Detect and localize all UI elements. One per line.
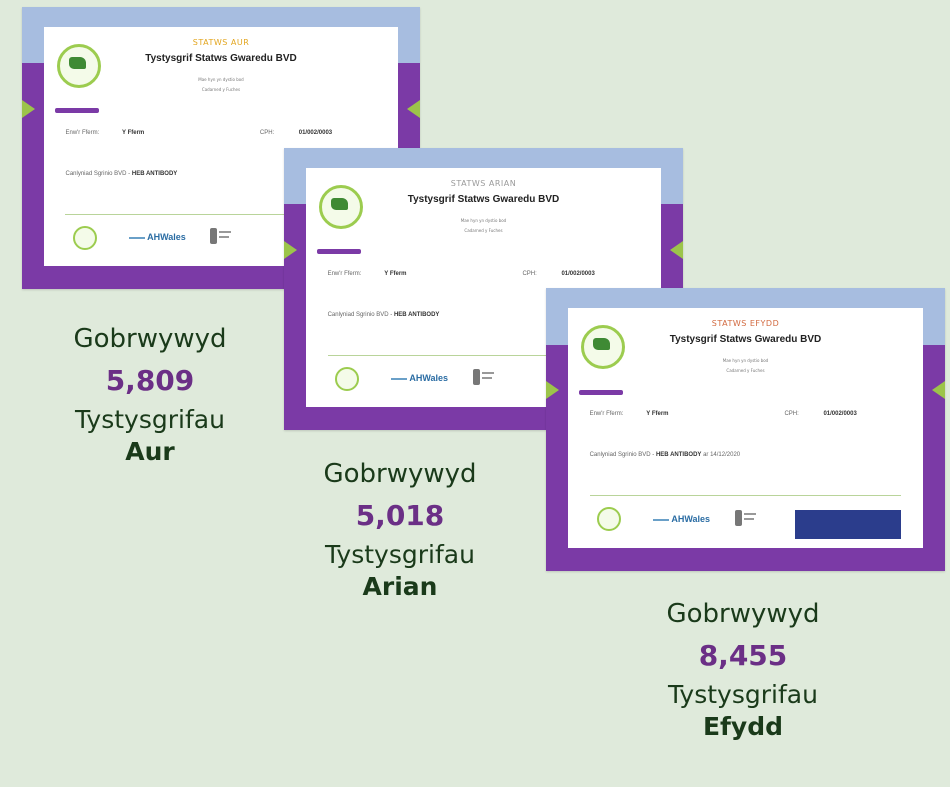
ahwales-logo: AHWales (653, 514, 710, 525)
certificate-count: 8,455 (698, 639, 788, 672)
certificate-subtitle: Mae hyn yn dystio bod (722, 358, 769, 364)
status-level: Aur (125, 437, 175, 466)
certificate-bronze: STATWS EFYDD Tystysgrif Statws Gwaredu B… (546, 288, 945, 571)
certificates-label: Tystysgrifau (668, 680, 818, 709)
farm-label: Enw'r Fferm: (589, 411, 624, 418)
farm-value: Y Fferm (646, 411, 669, 418)
certificate-subtitle-2: Cadarned y Fuches (201, 86, 241, 92)
eu-funding-logo (795, 509, 902, 539)
farm-label: Enw'r Fferm: (327, 270, 362, 277)
bvd-footer-logo-icon (596, 507, 621, 532)
screening-result: Canlyniad Sgrinio BVD - HEB ANTIBODY (65, 170, 178, 177)
awarded-label: Gobrwywyd (73, 324, 227, 354)
certificate-count: 5,809 (105, 364, 195, 397)
status-level: Efydd (702, 712, 784, 741)
certificate-status: STATWS EFYDD (711, 318, 780, 328)
cph-value: 01/002/0003 (561, 270, 595, 277)
farm-value: Y Fferm (122, 129, 145, 136)
ahwales-logo: AHWales (129, 232, 186, 243)
certificate-sheet: STATWS EFYDD Tystysgrif Statws Gwaredu B… (568, 307, 923, 549)
cph-label: CPH: (784, 411, 799, 418)
certificates-label: Tystysgrifau (325, 540, 475, 569)
certificate-status: STATWS ARIAN (450, 178, 517, 188)
status-level: Arian (362, 572, 438, 601)
screening-result: Canlyniad Sgrinio BVD - HEB ANTIBODY ar … (589, 452, 741, 459)
certificate-status: STATWS AUR (192, 37, 250, 47)
bvd-footer-logo-icon (334, 366, 359, 391)
certificate-count: 5,018 (355, 499, 445, 532)
cph-label: CPH: (522, 270, 537, 277)
bvd-footer-logo-icon (72, 225, 97, 250)
cph-value: 01/002/0003 (298, 129, 333, 136)
farm-label: Enw'r Fferm: (65, 129, 100, 136)
welsh-government-logo (472, 369, 497, 387)
awarded-label: Gobrwywyd (323, 459, 477, 489)
stat-gold: Gobrwywyd 5,809 Tystysgrifau Aur (40, 324, 260, 466)
certificate-title: Tystysgrif Statws Gwaredu BVD (145, 53, 297, 65)
certificate-subtitle-2: Cadarned y Fuches (464, 227, 503, 233)
ahwales-logo: AHWales (391, 373, 448, 384)
cph-value: 01/002/0003 (823, 411, 857, 418)
certificates-label: Tystysgrifau (75, 405, 225, 434)
stat-bronze: Gobrwywyd 8,455 Tystysgrifau Efydd (633, 599, 853, 741)
stat-silver: Gobrwywyd 5,018 Tystysgrifau Arian (290, 459, 510, 601)
farm-value: Y Fferm (384, 270, 407, 277)
awarded-label: Gobrwywyd (666, 599, 820, 629)
welsh-government-logo (734, 509, 759, 528)
welsh-government-logo (210, 228, 234, 246)
certificate-subtitle: Mae hyn yn dystio bod (460, 218, 507, 224)
screening-result: Canlyniad Sgrinio BVD - HEB ANTIBODY (327, 311, 440, 318)
certificate-subtitle: Mae hyn yn dystio bod (198, 77, 244, 83)
certificate-title: Tystysgrif Statws Gwaredu BVD (669, 334, 822, 346)
certificate-subtitle-2: Cadarned y Fuches (726, 367, 765, 373)
cph-label: CPH: (259, 129, 275, 136)
certificate-title: Tystysgrif Statws Gwaredu BVD (407, 194, 560, 206)
